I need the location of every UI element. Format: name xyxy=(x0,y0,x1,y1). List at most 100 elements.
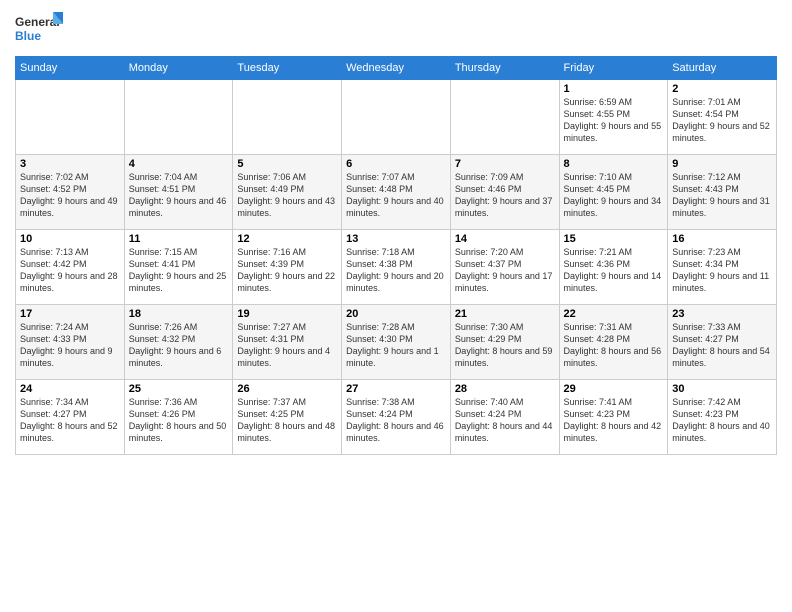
calendar-cell: 6Sunrise: 7:07 AM Sunset: 4:48 PM Daylig… xyxy=(342,155,451,230)
day-number: 27 xyxy=(346,383,446,395)
weekday-header-row: SundayMondayTuesdayWednesdayThursdayFrid… xyxy=(16,57,777,80)
day-info: Sunrise: 7:37 AM Sunset: 4:25 PM Dayligh… xyxy=(237,396,337,445)
calendar-week-row: 24Sunrise: 7:34 AM Sunset: 4:27 PM Dayli… xyxy=(16,380,777,455)
day-info: Sunrise: 7:31 AM Sunset: 4:28 PM Dayligh… xyxy=(564,321,664,370)
day-number: 22 xyxy=(564,308,664,320)
day-number: 6 xyxy=(346,158,446,170)
day-info: Sunrise: 7:21 AM Sunset: 4:36 PM Dayligh… xyxy=(564,246,664,295)
calendar-cell: 24Sunrise: 7:34 AM Sunset: 4:27 PM Dayli… xyxy=(16,380,125,455)
weekday-header: Monday xyxy=(124,57,233,80)
day-number: 26 xyxy=(237,383,337,395)
calendar-cell: 13Sunrise: 7:18 AM Sunset: 4:38 PM Dayli… xyxy=(342,230,451,305)
day-info: Sunrise: 7:15 AM Sunset: 4:41 PM Dayligh… xyxy=(129,246,229,295)
day-number: 8 xyxy=(564,158,664,170)
day-info: Sunrise: 7:40 AM Sunset: 4:24 PM Dayligh… xyxy=(455,396,555,445)
day-number: 17 xyxy=(20,308,120,320)
calendar-cell: 7Sunrise: 7:09 AM Sunset: 4:46 PM Daylig… xyxy=(450,155,559,230)
logo: General Blue xyxy=(15,10,65,48)
day-number: 1 xyxy=(564,83,664,95)
calendar-cell: 4Sunrise: 7:04 AM Sunset: 4:51 PM Daylig… xyxy=(124,155,233,230)
calendar-cell: 16Sunrise: 7:23 AM Sunset: 4:34 PM Dayli… xyxy=(668,230,777,305)
weekday-header: Wednesday xyxy=(342,57,451,80)
calendar-cell: 5Sunrise: 7:06 AM Sunset: 4:49 PM Daylig… xyxy=(233,155,342,230)
day-number: 11 xyxy=(129,233,229,245)
weekday-header: Tuesday xyxy=(233,57,342,80)
calendar-cell: 21Sunrise: 7:30 AM Sunset: 4:29 PM Dayli… xyxy=(450,305,559,380)
weekday-header: Saturday xyxy=(668,57,777,80)
day-number: 15 xyxy=(564,233,664,245)
day-info: Sunrise: 7:26 AM Sunset: 4:32 PM Dayligh… xyxy=(129,321,229,370)
calendar-cell: 17Sunrise: 7:24 AM Sunset: 4:33 PM Dayli… xyxy=(16,305,125,380)
calendar-cell: 2Sunrise: 7:01 AM Sunset: 4:54 PM Daylig… xyxy=(668,80,777,155)
day-info: Sunrise: 7:18 AM Sunset: 4:38 PM Dayligh… xyxy=(346,246,446,295)
day-info: Sunrise: 7:27 AM Sunset: 4:31 PM Dayligh… xyxy=(237,321,337,370)
day-info: Sunrise: 7:23 AM Sunset: 4:34 PM Dayligh… xyxy=(672,246,772,295)
calendar-cell: 18Sunrise: 7:26 AM Sunset: 4:32 PM Dayli… xyxy=(124,305,233,380)
calendar-cell: 26Sunrise: 7:37 AM Sunset: 4:25 PM Dayli… xyxy=(233,380,342,455)
day-info: Sunrise: 7:01 AM Sunset: 4:54 PM Dayligh… xyxy=(672,96,772,145)
day-number: 25 xyxy=(129,383,229,395)
day-number: 12 xyxy=(237,233,337,245)
day-info: Sunrise: 7:28 AM Sunset: 4:30 PM Dayligh… xyxy=(346,321,446,370)
day-info: Sunrise: 7:04 AM Sunset: 4:51 PM Dayligh… xyxy=(129,171,229,220)
day-info: Sunrise: 7:07 AM Sunset: 4:48 PM Dayligh… xyxy=(346,171,446,220)
day-number: 29 xyxy=(564,383,664,395)
day-info: Sunrise: 7:38 AM Sunset: 4:24 PM Dayligh… xyxy=(346,396,446,445)
calendar-cell: 22Sunrise: 7:31 AM Sunset: 4:28 PM Dayli… xyxy=(559,305,668,380)
day-number: 24 xyxy=(20,383,120,395)
day-number: 23 xyxy=(672,308,772,320)
weekday-header: Friday xyxy=(559,57,668,80)
calendar-cell: 15Sunrise: 7:21 AM Sunset: 4:36 PM Dayli… xyxy=(559,230,668,305)
day-number: 14 xyxy=(455,233,555,245)
calendar-week-row: 1Sunrise: 6:59 AM Sunset: 4:55 PM Daylig… xyxy=(16,80,777,155)
calendar-week-row: 17Sunrise: 7:24 AM Sunset: 4:33 PM Dayli… xyxy=(16,305,777,380)
day-info: Sunrise: 7:24 AM Sunset: 4:33 PM Dayligh… xyxy=(20,321,120,370)
calendar-cell: 30Sunrise: 7:42 AM Sunset: 4:23 PM Dayli… xyxy=(668,380,777,455)
day-info: Sunrise: 7:20 AM Sunset: 4:37 PM Dayligh… xyxy=(455,246,555,295)
calendar-cell: 19Sunrise: 7:27 AM Sunset: 4:31 PM Dayli… xyxy=(233,305,342,380)
day-number: 7 xyxy=(455,158,555,170)
header: General Blue xyxy=(15,10,777,48)
calendar-cell xyxy=(16,80,125,155)
page: General Blue SundayMondayTuesdayWednesda… xyxy=(0,0,792,612)
calendar-cell: 11Sunrise: 7:15 AM Sunset: 4:41 PM Dayli… xyxy=(124,230,233,305)
day-number: 21 xyxy=(455,308,555,320)
calendar-week-row: 10Sunrise: 7:13 AM Sunset: 4:42 PM Dayli… xyxy=(16,230,777,305)
day-info: Sunrise: 7:41 AM Sunset: 4:23 PM Dayligh… xyxy=(564,396,664,445)
day-number: 28 xyxy=(455,383,555,395)
weekday-header: Sunday xyxy=(16,57,125,80)
logo-svg: General Blue xyxy=(15,10,65,48)
calendar-cell: 10Sunrise: 7:13 AM Sunset: 4:42 PM Dayli… xyxy=(16,230,125,305)
calendar-cell: 9Sunrise: 7:12 AM Sunset: 4:43 PM Daylig… xyxy=(668,155,777,230)
day-number: 20 xyxy=(346,308,446,320)
day-number: 5 xyxy=(237,158,337,170)
day-info: Sunrise: 7:36 AM Sunset: 4:26 PM Dayligh… xyxy=(129,396,229,445)
calendar-cell: 20Sunrise: 7:28 AM Sunset: 4:30 PM Dayli… xyxy=(342,305,451,380)
calendar-cell xyxy=(124,80,233,155)
day-number: 2 xyxy=(672,83,772,95)
weekday-header: Thursday xyxy=(450,57,559,80)
day-info: Sunrise: 7:34 AM Sunset: 4:27 PM Dayligh… xyxy=(20,396,120,445)
day-info: Sunrise: 7:12 AM Sunset: 4:43 PM Dayligh… xyxy=(672,171,772,220)
calendar-cell: 27Sunrise: 7:38 AM Sunset: 4:24 PM Dayli… xyxy=(342,380,451,455)
calendar-cell: 14Sunrise: 7:20 AM Sunset: 4:37 PM Dayli… xyxy=(450,230,559,305)
day-number: 9 xyxy=(672,158,772,170)
svg-text:General: General xyxy=(15,15,60,29)
day-number: 10 xyxy=(20,233,120,245)
calendar-cell: 25Sunrise: 7:36 AM Sunset: 4:26 PM Dayli… xyxy=(124,380,233,455)
calendar-cell: 28Sunrise: 7:40 AM Sunset: 4:24 PM Dayli… xyxy=(450,380,559,455)
calendar-cell xyxy=(342,80,451,155)
calendar-cell xyxy=(233,80,342,155)
calendar-cell: 3Sunrise: 7:02 AM Sunset: 4:52 PM Daylig… xyxy=(16,155,125,230)
calendar-cell: 23Sunrise: 7:33 AM Sunset: 4:27 PM Dayli… xyxy=(668,305,777,380)
day-info: Sunrise: 7:30 AM Sunset: 4:29 PM Dayligh… xyxy=(455,321,555,370)
calendar-cell: 1Sunrise: 6:59 AM Sunset: 4:55 PM Daylig… xyxy=(559,80,668,155)
day-number: 30 xyxy=(672,383,772,395)
day-info: Sunrise: 7:09 AM Sunset: 4:46 PM Dayligh… xyxy=(455,171,555,220)
day-number: 4 xyxy=(129,158,229,170)
day-number: 18 xyxy=(129,308,229,320)
calendar-cell: 8Sunrise: 7:10 AM Sunset: 4:45 PM Daylig… xyxy=(559,155,668,230)
day-info: Sunrise: 7:16 AM Sunset: 4:39 PM Dayligh… xyxy=(237,246,337,295)
day-info: Sunrise: 7:06 AM Sunset: 4:49 PM Dayligh… xyxy=(237,171,337,220)
day-number: 19 xyxy=(237,308,337,320)
